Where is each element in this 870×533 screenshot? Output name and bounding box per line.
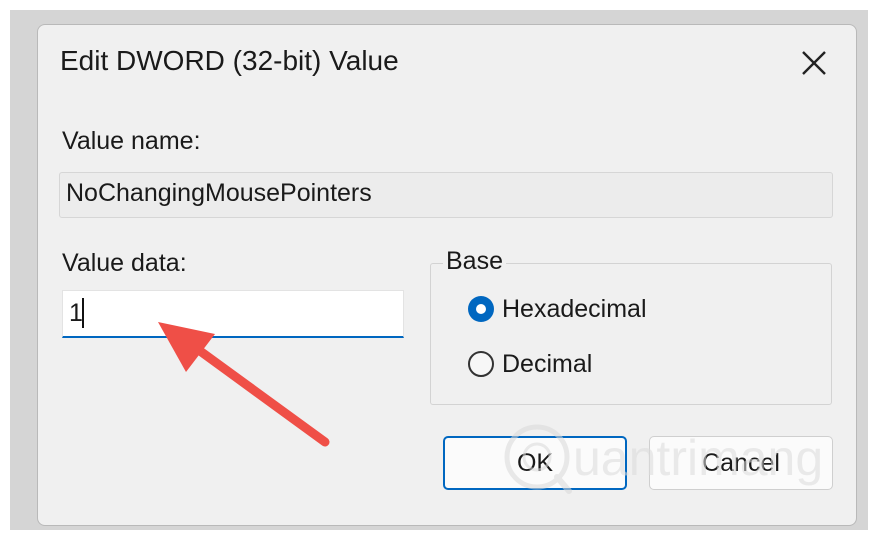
value-name-field: NoChangingMousePointers (59, 172, 833, 218)
base-group-box (430, 263, 832, 405)
radio-checked-icon (468, 296, 494, 322)
radio-label-hexadecimal: Hexadecimal (502, 294, 647, 323)
radio-label-decimal: Decimal (502, 349, 593, 378)
cancel-button[interactable]: Cancel (649, 436, 833, 490)
ok-button[interactable]: OK (443, 436, 627, 490)
cancel-button-label: Cancel (702, 448, 780, 477)
base-legend: Base (443, 247, 506, 276)
close-button[interactable] (796, 45, 832, 81)
value-data-input[interactable] (62, 290, 404, 338)
close-icon (802, 51, 826, 75)
radio-decimal[interactable]: Decimal (468, 347, 592, 381)
value-data-label: Value data: (62, 249, 187, 277)
radio-hexadecimal[interactable]: Hexadecimal (468, 292, 647, 326)
dialog-title: Edit DWORD (32-bit) Value (60, 45, 399, 76)
value-name-label: Value name: (62, 127, 201, 155)
radio-unchecked-icon (468, 351, 494, 377)
text-caret (82, 298, 84, 328)
ok-button-label: OK (516, 448, 554, 477)
